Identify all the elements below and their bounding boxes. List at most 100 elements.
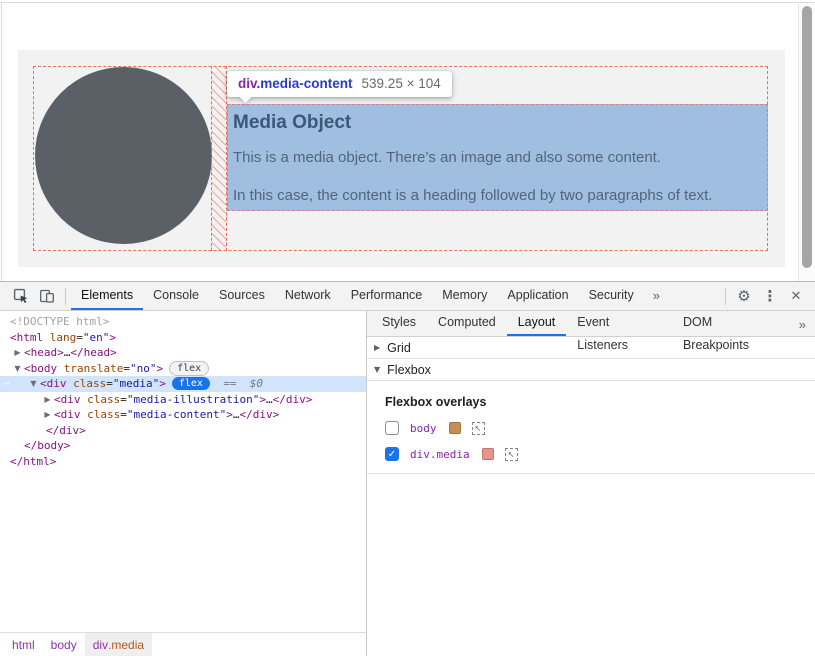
- tab-styles[interactable]: Styles: [371, 311, 427, 336]
- breadcrumb-item-html[interactable]: html: [4, 633, 43, 656]
- tab-application[interactable]: Application: [497, 282, 578, 310]
- dom-tree-line[interactable]: </body>: [0, 438, 366, 454]
- section-flexbox[interactable]: ▼ Flexbox: [367, 359, 815, 381]
- dom-tree-line[interactable]: ▶<div class="media-content">…</div>: [0, 407, 366, 423]
- more-sidebar-tabs-chevron-icon[interactable]: »: [790, 311, 815, 336]
- media-heading: Media Object: [233, 112, 767, 134]
- breadcrumb-part: .media: [108, 638, 144, 652]
- breadcrumb-item-div-media[interactable]: div.media: [85, 633, 152, 656]
- flex-badge[interactable]: flex: [172, 377, 210, 390]
- overlay-color-swatch[interactable]: [449, 422, 461, 434]
- elements-dom-tree: <!DOCTYPE html><html lang="en">▶<head>…<…: [0, 311, 366, 656]
- tab-event-listeners[interactable]: Event Listeners: [566, 311, 672, 336]
- dom-token: <html: [10, 331, 50, 344]
- dom-token: =: [120, 393, 127, 406]
- dom-token: "media-content": [127, 408, 226, 421]
- dom-token: >: [109, 331, 116, 344]
- inspect-tooltip: div.media-content 539.25 × 104: [227, 71, 452, 97]
- dom-tree-line[interactable]: ▼<body translate="no">flex: [0, 361, 366, 377]
- dom-token: ==: [210, 377, 250, 390]
- dom-tree-line-selected[interactable]: ⋯▼<div class="media">flex == $0: [0, 376, 366, 392]
- breadcrumb-item-body[interactable]: body: [43, 633, 85, 656]
- dom-token: <div: [40, 377, 73, 390]
- dom-token: </div>: [273, 393, 313, 406]
- devtools-panel-tabs: ElementsConsoleSourcesNetworkPerformance…: [71, 282, 644, 310]
- more-tabs-chevron-icon[interactable]: »: [644, 282, 669, 310]
- toggle-device-toolbar-icon[interactable]: [34, 282, 60, 310]
- tab-layout[interactable]: Layout: [507, 311, 567, 336]
- tab-security[interactable]: Security: [579, 282, 644, 310]
- dom-token: </html>: [10, 455, 56, 468]
- overlay-checkbox[interactable]: [385, 421, 399, 435]
- tab-sources[interactable]: Sources: [209, 282, 275, 310]
- dom-token: lang: [50, 331, 77, 344]
- toolbar-separator: [725, 288, 726, 305]
- viewport-top-border: [0, 2, 815, 3]
- dom-tree-line[interactable]: <html lang="en">: [0, 330, 366, 346]
- dom-token: <div: [54, 408, 87, 421]
- overlay-row-div-media: ✓ div.media ↖: [385, 447, 815, 461]
- disclosure-triangle-down-icon[interactable]: ▼: [11, 361, 24, 377]
- tooltip-selector-tag: div: [238, 76, 257, 91]
- media-paragraph-1: This is a media object. There’s an image…: [233, 149, 767, 166]
- tab-computed[interactable]: Computed: [427, 311, 507, 336]
- dom-token: "media": [113, 377, 159, 390]
- dom-token: =: [123, 362, 130, 375]
- dom-token: class: [87, 393, 120, 406]
- dom-token: >: [159, 377, 166, 390]
- dom-token: "media-illustration": [127, 393, 259, 406]
- disclosure-triangle-right-icon[interactable]: ▶: [11, 345, 24, 361]
- dom-tree-line[interactable]: ▶<head>…</head>: [0, 345, 366, 361]
- dom-token: "en": [83, 331, 110, 344]
- disclosure-triangle-right-icon[interactable]: ▶: [41, 407, 54, 423]
- elements-sidebar: StylesComputedLayoutEvent ListenersDOM B…: [367, 311, 815, 656]
- dom-tree-line[interactable]: <!DOCTYPE html>: [0, 314, 366, 330]
- toolbar-separator: [65, 288, 66, 305]
- tooltip-dimensions: 539.25 × 104: [362, 76, 441, 91]
- tab-dom-breakpoints[interactable]: DOM Breakpoints: [672, 311, 790, 336]
- dom-token: </head>: [70, 346, 116, 359]
- media-paragraph-2: In this case, the content is a heading f…: [233, 187, 767, 204]
- breadcrumb-part: div: [93, 638, 108, 652]
- dom-token: =: [76, 331, 83, 344]
- dom-tree-line[interactable]: ▶<div class="media-illustration">…</div>: [0, 392, 366, 408]
- tab-performance[interactable]: Performance: [341, 282, 433, 310]
- row-options-dots: ⋯: [3, 376, 11, 392]
- inspect-element-icon[interactable]: [8, 282, 34, 310]
- tab-network[interactable]: Network: [275, 282, 341, 310]
- dom-token: =: [120, 408, 127, 421]
- select-element-icon[interactable]: ↖: [472, 422, 485, 435]
- dom-tree-line[interactable]: </div>: [0, 423, 366, 439]
- dom-token: $0: [250, 377, 263, 390]
- dom-token: <!DOCTYPE html>: [10, 315, 109, 328]
- section-flexbox-label: Flexbox: [387, 363, 431, 377]
- dom-token: </body>: [24, 439, 70, 452]
- tab-elements[interactable]: Elements: [71, 282, 143, 310]
- overlay-color-swatch[interactable]: [482, 448, 494, 460]
- overlay-checkbox[interactable]: ✓: [385, 447, 399, 461]
- flexbox-overlays-title: Flexbox overlays: [385, 395, 815, 409]
- dom-token: class: [73, 377, 106, 390]
- select-element-icon[interactable]: ↖: [505, 448, 518, 461]
- dom-token: </div>: [239, 408, 279, 421]
- tab-console[interactable]: Console: [143, 282, 209, 310]
- overlay-element-link[interactable]: body: [410, 422, 437, 435]
- disclosure-triangle-right-icon[interactable]: ▶: [41, 392, 54, 408]
- viewport-left-border: [1, 2, 2, 281]
- dom-token: class: [87, 408, 120, 421]
- media-content-highlight: Media Object This is a media object. The…: [227, 104, 768, 211]
- section-grid[interactable]: ▶ Grid: [367, 337, 815, 359]
- dom-token: <div: [54, 393, 87, 406]
- dom-token: "no": [130, 362, 157, 375]
- disclosure-triangle-down-icon[interactable]: ▼: [27, 376, 40, 392]
- page-scrollbar-thumb[interactable]: [802, 6, 812, 268]
- overlay-element-link[interactable]: div.media: [410, 448, 470, 461]
- settings-gear-icon[interactable]: ⚙: [731, 282, 757, 310]
- page-scrollbar[interactable]: [798, 3, 815, 281]
- dom-tree-line[interactable]: </html>: [0, 454, 366, 470]
- dom-token: </div>: [46, 424, 86, 437]
- kebab-menu-icon[interactable]: ⋮: [757, 282, 783, 310]
- close-icon[interactable]: ✕: [783, 282, 809, 310]
- tab-memory[interactable]: Memory: [432, 282, 497, 310]
- flex-badge[interactable]: flex: [169, 361, 209, 376]
